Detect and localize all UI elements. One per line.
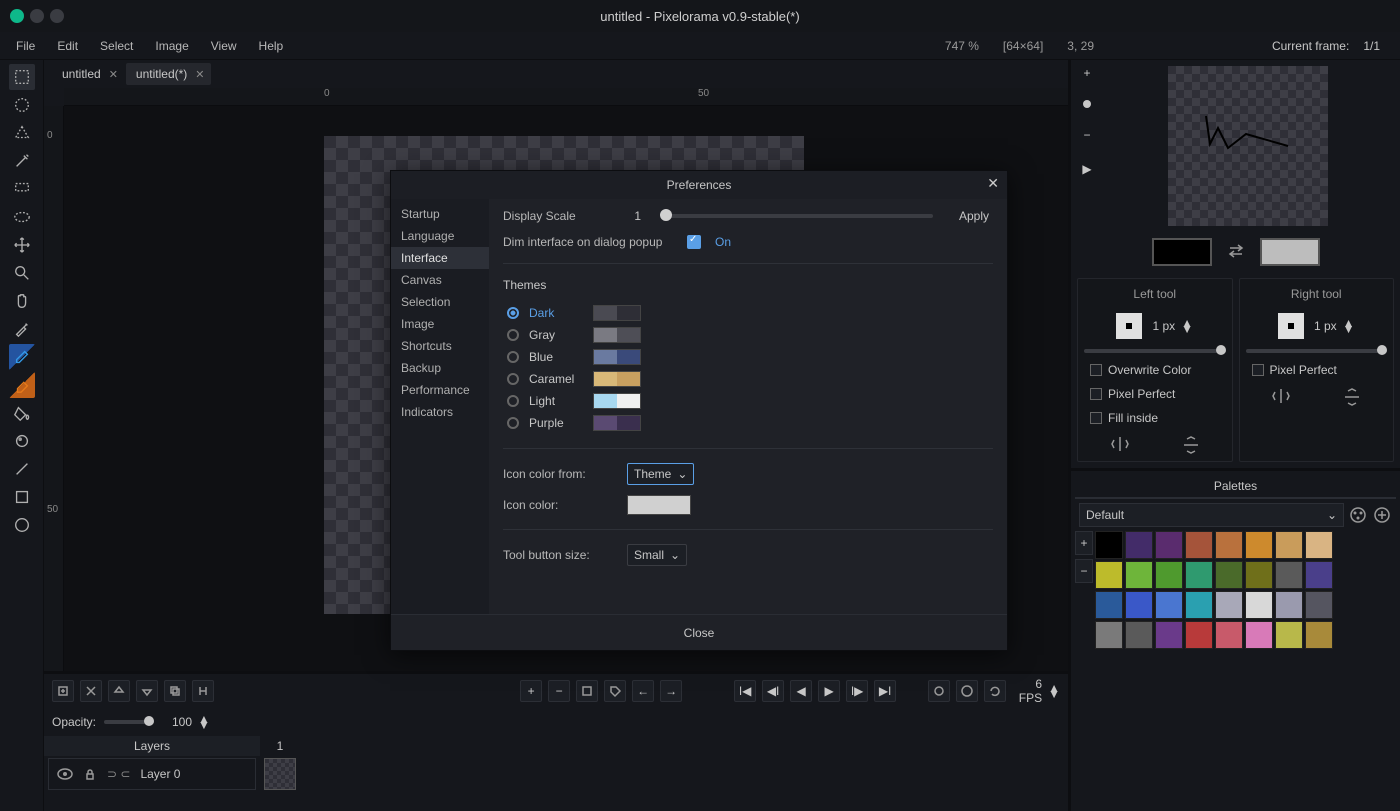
- display-scale-value[interactable]: 1: [627, 209, 641, 223]
- radio-icon: [507, 329, 519, 341]
- prefs-category-language[interactable]: Language: [391, 225, 489, 247]
- dim-interface-value: On: [715, 235, 731, 249]
- theme-name: Gray: [529, 328, 583, 342]
- theme-swatch: [593, 327, 641, 343]
- prefs-category-shortcuts[interactable]: Shortcuts: [391, 335, 489, 357]
- radio-icon: [507, 395, 519, 407]
- icon-color-label: Icon color:: [503, 498, 613, 512]
- dim-interface-label: Dim interface on dialog popup: [503, 235, 673, 249]
- apply-button[interactable]: Apply: [955, 207, 993, 225]
- theme-name: Light: [529, 394, 583, 408]
- radio-icon: [507, 373, 519, 385]
- themes-label: Themes: [503, 278, 993, 292]
- theme-option-light[interactable]: Light: [507, 390, 993, 412]
- prefs-category-canvas[interactable]: Canvas: [391, 269, 489, 291]
- prefs-category-list: StartupLanguageInterfaceCanvasSelectionI…: [391, 199, 489, 614]
- prefs-category-image[interactable]: Image: [391, 313, 489, 335]
- display-scale-slider[interactable]: [663, 214, 933, 218]
- icon-color-swatch[interactable]: [627, 495, 691, 515]
- dialog-overlay: Preferences ✕ StartupLanguageInterfaceCa…: [0, 0, 1400, 811]
- display-scale-label: Display Scale: [503, 209, 613, 223]
- theme-name: Purple: [529, 416, 583, 430]
- theme-swatch: [593, 349, 641, 365]
- prefs-category-startup[interactable]: Startup: [391, 203, 489, 225]
- prefs-category-performance[interactable]: Performance: [391, 379, 489, 401]
- theme-swatch: [593, 371, 641, 387]
- theme-swatch: [593, 305, 641, 321]
- prefs-category-backup[interactable]: Backup: [391, 357, 489, 379]
- prefs-category-indicators[interactable]: Indicators: [391, 401, 489, 423]
- theme-name: Caramel: [529, 372, 583, 386]
- radio-icon: [507, 351, 519, 363]
- icon-color-from-label: Icon color from:: [503, 467, 613, 481]
- chevron-down-icon: ⌄: [677, 467, 687, 481]
- theme-option-purple[interactable]: Purple: [507, 412, 993, 434]
- chevron-down-icon: ⌄: [670, 548, 680, 562]
- theme-option-gray[interactable]: Gray: [507, 324, 993, 346]
- radio-icon: [507, 307, 519, 319]
- theme-name: Dark: [529, 306, 583, 320]
- prefs-category-interface[interactable]: Interface: [391, 247, 489, 269]
- dim-interface-checkbox[interactable]: [687, 235, 701, 249]
- close-button[interactable]: Close: [684, 626, 715, 640]
- theme-swatch: [593, 393, 641, 409]
- dialog-title: Preferences: [667, 178, 732, 192]
- radio-icon: [507, 417, 519, 429]
- tool-button-size-select[interactable]: Small⌄: [627, 544, 687, 566]
- theme-option-blue[interactable]: Blue: [507, 346, 993, 368]
- dialog-titlebar[interactable]: Preferences ✕: [391, 171, 1007, 199]
- tool-button-size-label: Tool button size:: [503, 548, 613, 562]
- theme-option-dark[interactable]: Dark: [507, 302, 993, 324]
- prefs-category-selection[interactable]: Selection: [391, 291, 489, 313]
- theme-name: Blue: [529, 350, 583, 364]
- close-icon[interactable]: ✕: [987, 175, 999, 192]
- preferences-dialog: Preferences ✕ StartupLanguageInterfaceCa…: [390, 170, 1008, 651]
- theme-option-caramel[interactable]: Caramel: [507, 368, 993, 390]
- icon-color-from-select[interactable]: Theme⌄: [627, 463, 694, 485]
- theme-swatch: [593, 415, 641, 431]
